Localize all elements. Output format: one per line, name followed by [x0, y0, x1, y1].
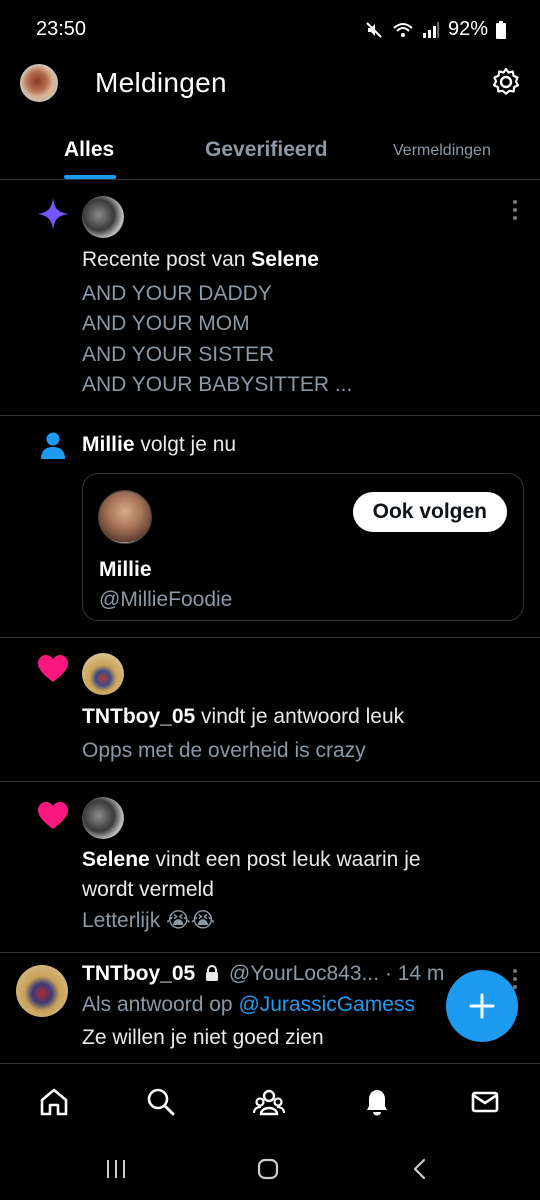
selene-avatar[interactable] — [82, 797, 124, 839]
plus-icon — [469, 993, 495, 1019]
recent-post-line: AND YOUR SISTER — [82, 343, 275, 366]
recent-apps-icon[interactable] — [104, 1157, 128, 1181]
search-icon[interactable] — [145, 1086, 177, 1118]
communities-icon[interactable] — [253, 1086, 285, 1118]
reply-prefix: Als antwoord op — [82, 993, 239, 1016]
profile-avatar[interactable] — [20, 64, 58, 102]
notification-like-mention[interactable]: Selene vindt een post leuk waarin je wor… — [0, 782, 540, 953]
liker-name[interactable]: TNTboy_05 — [82, 705, 195, 728]
messages-icon[interactable] — [469, 1086, 501, 1118]
heart-icon — [38, 802, 68, 829]
system-nav-bar — [0, 1137, 540, 1200]
compose-button[interactable] — [446, 970, 518, 1042]
liker-name[interactable]: Selene — [82, 848, 150, 871]
recent-post-line: AND YOUR DADDY — [82, 282, 272, 305]
notification-like-reply[interactable]: TNTboy_05 vindt je antwoord leuk Opps me… — [0, 638, 540, 782]
reply-context: Als antwoord op @JurassicGamess — [82, 993, 415, 1017]
page-title: Meldingen — [95, 67, 227, 98]
post-text: Ze willen je niet goed zien — [82, 1026, 324, 1049]
card-user-handle: @MillieFoodie — [99, 588, 233, 611]
signal-icon — [422, 21, 439, 38]
post-time: · 14 m — [384, 962, 445, 985]
reply-to-handle[interactable]: @JurassicGamess — [238, 993, 415, 1016]
header: Meldingen — [0, 56, 540, 110]
tntboy-avatar[interactable] — [16, 965, 68, 1017]
person-icon — [41, 432, 65, 459]
notifications-bell-icon[interactable] — [361, 1086, 393, 1118]
battery-percent: 92% — [447, 18, 488, 40]
active-tab-indicator — [64, 175, 116, 179]
settings-gear-icon[interactable] — [490, 66, 522, 98]
card-user-name: Millie — [99, 558, 152, 581]
like-reply-text: TNTboy_05 vindt je antwoord leuk — [82, 702, 404, 732]
recent-post-prefix: Recente post van — [82, 248, 252, 271]
selene-avatar[interactable] — [82, 196, 124, 238]
heart-icon — [38, 655, 68, 682]
recent-post-line: AND YOUR BABYSITTER ... — [82, 373, 353, 396]
mute-icon — [366, 21, 382, 38]
notification-recent-post[interactable]: Recente post van Selene AND YOUR DADDY A… — [0, 181, 540, 416]
follow-back-button[interactable]: Ook volgen — [352, 492, 507, 532]
bottom-nav — [0, 1063, 540, 1137]
home-icon[interactable] — [38, 1086, 70, 1118]
like-reply-quote: Opps met de overheid is crazy — [82, 739, 366, 762]
status-icons: 92% — [364, 18, 506, 41]
post-author-handle[interactable]: @YourLoc843... — [229, 962, 379, 985]
tab-alles[interactable]: Alles — [64, 138, 114, 162]
sparkle-icon — [37, 198, 69, 230]
post-author-line: TNTboy_05 @YourLoc843... · 14 m — [82, 962, 444, 986]
more-options-icon[interactable] — [512, 199, 518, 221]
recent-post-line: AND YOUR MOM — [82, 312, 250, 335]
battery-icon — [496, 20, 506, 39]
tab-bar: Alles Geverifieerd Vermeldingen — [0, 118, 540, 180]
follower-name[interactable]: Millie — [82, 433, 135, 456]
like-mention-text-line2: wordt vermeld — [82, 878, 214, 901]
user-card[interactable]: Ook volgen Millie @MillieFoodie — [82, 473, 524, 621]
recent-post-author[interactable]: Selene — [251, 248, 319, 271]
tab-geverifieerd[interactable]: Geverifieerd — [205, 138, 328, 162]
follow-suffix: volgt je nu — [134, 433, 237, 456]
status-time: 23:50 — [36, 18, 87, 40]
recent-post-heading: Recente post van Selene — [82, 245, 319, 275]
lock-icon — [206, 965, 219, 981]
tab-vermeldingen[interactable]: Vermeldingen — [393, 142, 491, 160]
back-icon[interactable] — [408, 1157, 432, 1181]
post-author-name[interactable]: TNTboy_05 — [82, 962, 195, 985]
like-mention-quote: Letterlijk 😭😭 — [82, 909, 216, 932]
like-mention-text-line1: Selene vindt een post leuk waarin je — [82, 845, 421, 875]
tntboy-avatar[interactable] — [82, 653, 124, 695]
like-mention-suffix: vindt een post leuk waarin je — [149, 848, 421, 871]
like-reply-suffix: vindt je antwoord leuk — [195, 705, 405, 728]
millie-avatar[interactable] — [98, 490, 152, 544]
home-button-icon[interactable] — [256, 1157, 280, 1181]
follow-text: Millie volgt je nu — [82, 430, 236, 460]
wifi-icon — [393, 22, 413, 37]
status-bar: 23:50 92% — [0, 0, 540, 56]
